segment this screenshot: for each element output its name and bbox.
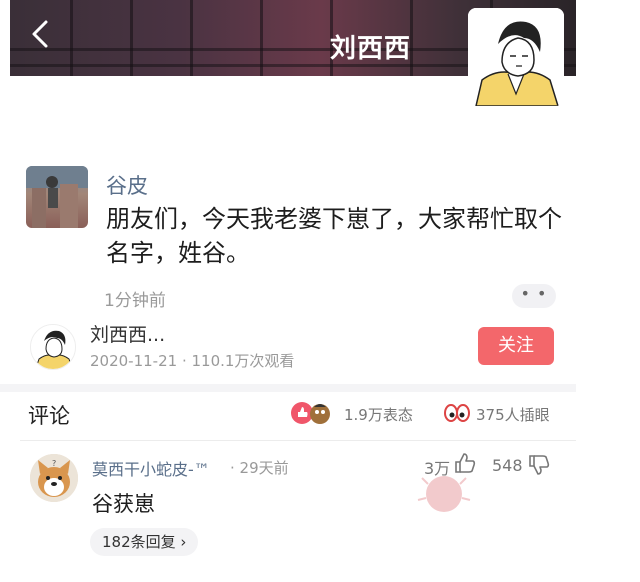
comments-header: 评论 1.9万表态 375人插眼 [28, 396, 558, 432]
comment-timestamp: · 29天前 [230, 459, 289, 477]
post-author-avatar[interactable] [26, 166, 88, 228]
inserts-count[interactable]: 375人插眼 [476, 404, 550, 425]
post-text: 朋友们，今天我老婆下崽了，大家帮忙取个名字，姓谷。 [106, 205, 562, 267]
svg-text:?: ? [52, 459, 56, 468]
commenter-name[interactable]: 莫西干小蛇皮-™ [92, 456, 210, 480]
post-meta: 2020-11-21 · 110.1万次观看 [90, 352, 295, 370]
more-options-button[interactable]: • • [512, 284, 556, 308]
comment-item: ? 莫西干小蛇皮-™ · 29天前 3万 548 谷获崽 182条回复 › [30, 450, 560, 580]
back-button[interactable] [26, 14, 56, 54]
view-replies-button[interactable]: 182条回复 › [90, 528, 199, 556]
reaction-sticker-icon [417, 476, 471, 512]
thumbs-down-icon[interactable] [528, 454, 550, 476]
shiba-avatar-icon: ? [30, 454, 78, 502]
post-author-name[interactable]: 谷皮 [106, 170, 148, 200]
eyes-icon[interactable] [444, 403, 470, 423]
cartoon-avatar-icon [468, 8, 564, 106]
photo-avatar-icon [26, 166, 88, 228]
reactions-count[interactable]: 1.9万表态 [344, 404, 413, 425]
author-card: 刘西西... 2020-11-21 · 110.1万次观看 关注 [26, 318, 576, 378]
profile-avatar[interactable] [468, 8, 564, 106]
comments-title: 评论 [28, 404, 70, 428]
comment-dislike-count: 548 [492, 456, 523, 475]
chevron-left-icon [32, 20, 48, 48]
follow-button[interactable]: 关注 [478, 327, 554, 365]
page-title: 刘西西 [330, 34, 412, 64]
reaction-emoji-icon [291, 402, 330, 424]
reactions-button[interactable] [290, 401, 334, 425]
post-timestamp: 1分钟前 [104, 291, 166, 311]
section-divider [0, 384, 576, 392]
comment-text: 谷获崽 [92, 492, 155, 516]
author-avatar[interactable] [30, 324, 76, 370]
divider [20, 440, 576, 441]
author-name[interactable]: 刘西西... [90, 320, 165, 347]
cartoon-avatar-icon [31, 325, 75, 369]
commenter-avatar[interactable]: ? [30, 454, 78, 502]
